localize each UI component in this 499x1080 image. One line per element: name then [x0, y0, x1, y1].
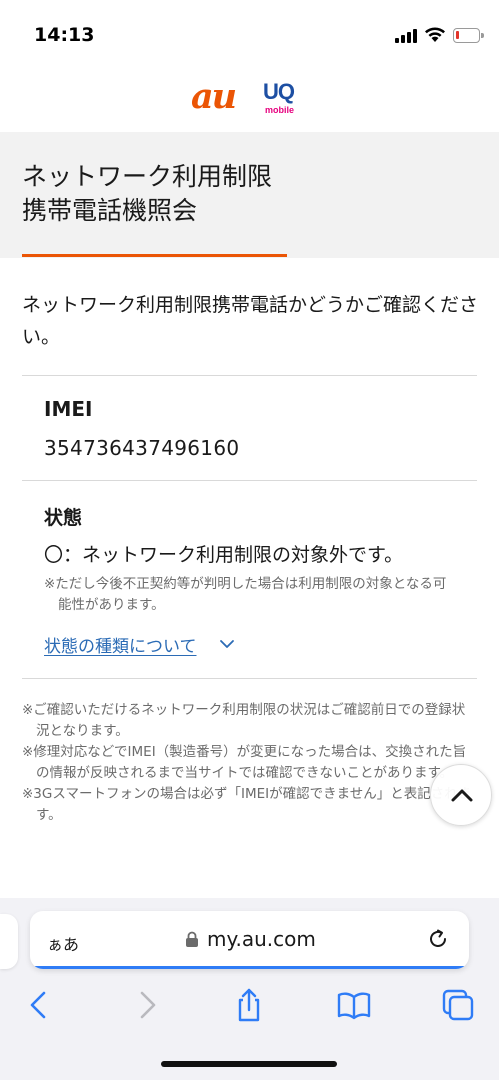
reload-icon[interactable] — [427, 928, 449, 950]
lock-icon — [186, 931, 198, 947]
imei-label: IMEI — [44, 397, 93, 421]
status-types-link[interactable]: 状態の種類について — [44, 632, 197, 657]
divider — [22, 480, 477, 481]
notes-section: ※ご確認いただけるネットワーク利用制限の状況はご確認前日での登録状況となります。… — [22, 700, 477, 826]
au-logo[interactable]: au — [191, 77, 237, 117]
divider — [22, 375, 477, 376]
signal-icon — [395, 29, 417, 43]
url-text[interactable]: my.au.com — [207, 927, 316, 951]
home-indicator — [161, 1061, 337, 1067]
previous-tab-peek[interactable] — [0, 914, 18, 969]
back-icon[interactable] — [21, 987, 57, 1023]
uq-mobile-logo[interactable]: UQ mobile — [263, 80, 303, 120]
status-time: 14:13 — [34, 24, 95, 46]
divider — [22, 678, 477, 679]
bookmarks-icon[interactable] — [336, 987, 372, 1023]
battery-icon — [453, 28, 484, 43]
note-item: ※ご確認いただけるネットワーク利用制限の状況はご確認前日での登録状況となります。 — [22, 702, 466, 739]
page-load-progress — [30, 966, 469, 969]
page-title-line2: 携帯電話機照会 — [22, 196, 198, 225]
title-accent-underline — [22, 254, 287, 257]
forward-icon[interactable] — [129, 987, 165, 1023]
share-icon[interactable] — [231, 987, 267, 1023]
page-title-line1: ネットワーク利用制限 — [22, 162, 273, 191]
text-size-button[interactable]: ぁあ — [47, 931, 79, 955]
uq-logo-text: UQ — [263, 79, 295, 104]
tabs-icon[interactable] — [440, 987, 476, 1023]
page-title-block: ネットワーク利用制限 携帯電話機照会 — [0, 132, 499, 258]
scroll-to-top-button[interactable] — [430, 764, 492, 826]
note-item: ※修理対応などでIMEI（製造番号）が変更になった場合は、交換された旨の情報が反… — [22, 744, 467, 781]
note-item: ※3Gスマートフォンの場合は必ず「IMEIが確認できません」と表記されます。 — [22, 786, 472, 823]
uq-logo-subtext: mobile — [265, 105, 295, 115]
status-label: 状態 — [44, 507, 83, 529]
intro-text: ネットワーク利用制限携帯電話かどうかご確認ください。 — [22, 294, 479, 348]
status-bar: 14:13 — [0, 0, 499, 72]
status-result: 〇：ネットワーク利用制限の対象外です。 — [44, 544, 404, 566]
wifi-icon — [425, 27, 445, 42]
brand-header: au UQ mobile — [0, 72, 499, 132]
status-note: ※ただし今後不正契約等が判明した場合は利用制限の対象となる可能性があります。 — [44, 576, 447, 613]
chevron-up-icon — [451, 789, 473, 802]
battery-level — [456, 31, 459, 39]
page-title: ネットワーク利用制限 携帯電話機照会 — [22, 160, 272, 228]
chevron-down-icon[interactable] — [219, 636, 235, 652]
address-bar[interactable]: ぁあ my.au.com — [30, 911, 469, 969]
imei-value: 354736437496160 — [44, 436, 240, 460]
